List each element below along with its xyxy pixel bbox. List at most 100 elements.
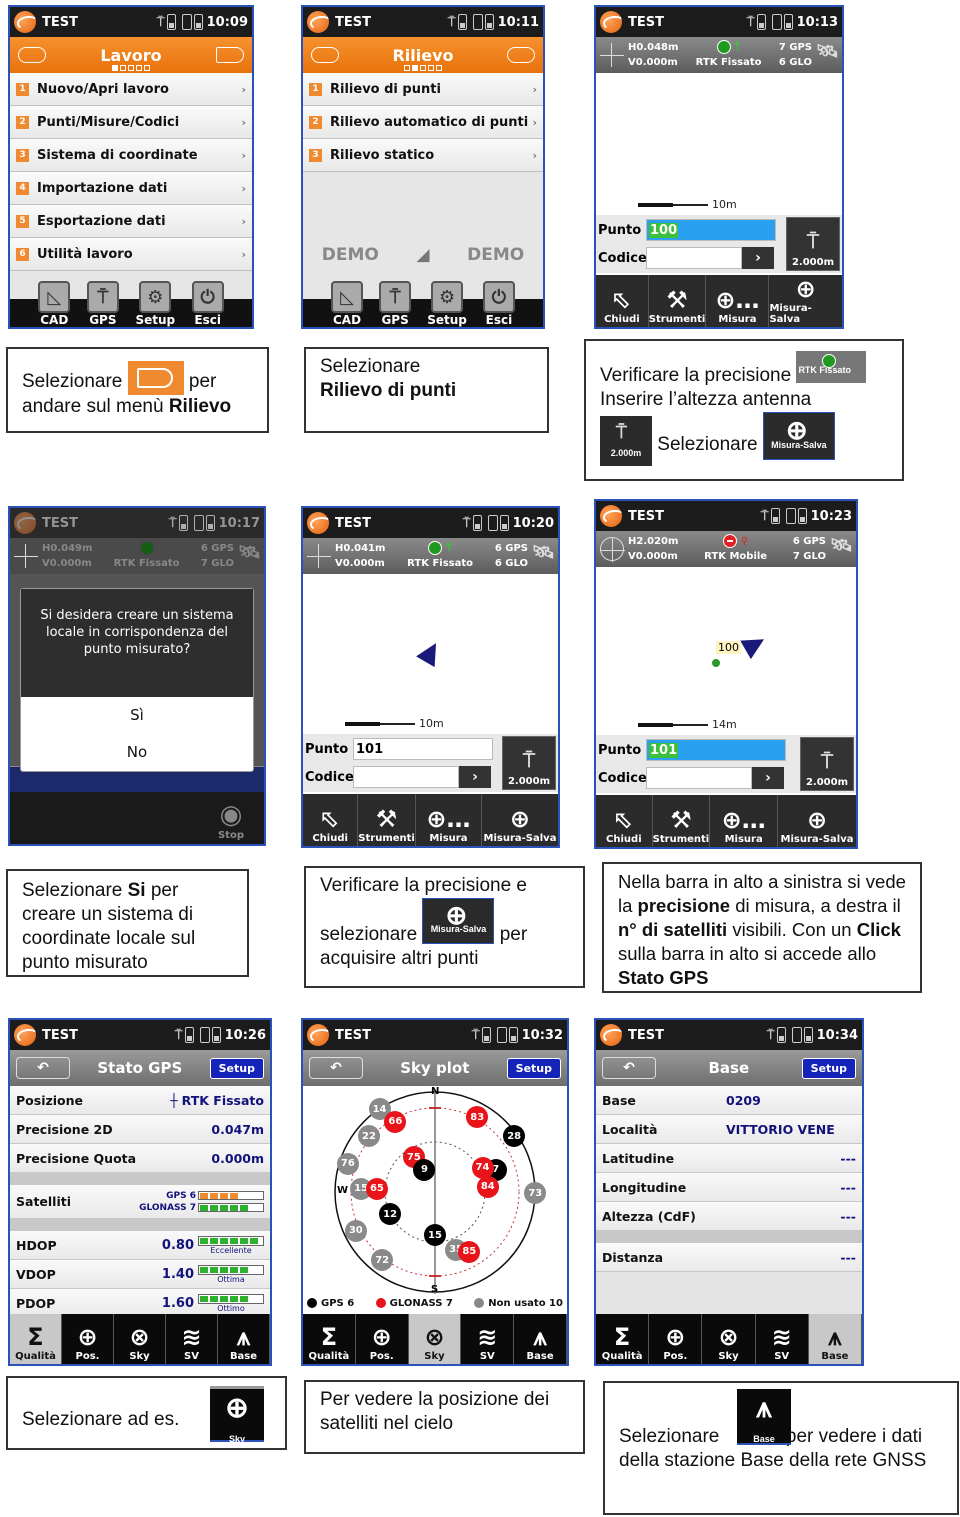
codice-input[interactable] [646,247,742,269]
dock-button-exit[interactable]: ⏻ Esci [482,281,515,327]
measure-button[interactable]: ⊕… Misura [706,275,770,327]
tools-button[interactable]: ⚒ Strumenti [649,275,707,327]
codice-input[interactable] [646,767,752,789]
tab-sv[interactable]: ≋ SV [166,1314,218,1364]
gps-status-bar[interactable]: H0.049m V0.000m RTK Fissato 6 GPS 7 GLO 🛰 [10,538,264,574]
punto-label: Punto [598,742,642,758]
title-bar: TEST ⍑ 10:13 [596,7,842,37]
tab-position[interactable]: ⊕ Pos. [649,1314,703,1364]
menu-item[interactable]: 5 Esportazione dati › [10,205,252,238]
antenna-height-button[interactable]: ⍑ 2.000m [800,737,854,791]
prev-menu-button[interactable] [18,47,46,63]
punto-input[interactable]: 101 [353,738,493,760]
position-arrow-icon: ▲ [737,625,777,662]
punto-input[interactable]: 101 [646,739,786,761]
tab-sky[interactable]: ⊗ Sky [702,1314,756,1364]
next-menu-button[interactable] [506,47,535,63]
codice-input[interactable] [353,766,459,788]
glonass-count: 6 GLO [778,57,812,68]
menu-item[interactable]: 6 Utilità lavoro › [10,238,252,271]
next-menu-button[interactable] [215,47,244,63]
menu-item[interactable]: 4 Importazione dati › [10,172,252,205]
tab-quality[interactable]: Σ Qualità [303,1314,356,1364]
setup-button[interactable]: Setup [801,1057,856,1079]
title-bar: TEST ⍑ 10:26 [10,1020,270,1050]
setup-button[interactable]: Setup [506,1057,561,1079]
menu-item[interactable]: 2 Rilievo automatico di punti › [303,106,543,139]
tab-sv[interactable]: ≋ SV [756,1314,809,1364]
tab-sv[interactable]: ≋ SV [461,1314,515,1364]
antenna-height-button[interactable]: ⍑ 2.000m [786,217,840,271]
sv-icon: ≋ [181,1323,202,1351]
info-row[interactable]: Località VITTORIO VENE [596,1115,862,1144]
tab-quality[interactable]: Σ Qualità [10,1314,62,1364]
tab-sky[interactable]: ⊗ Sky [408,1314,462,1364]
measure-save-icon: ⊕ [795,275,816,303]
gps-status-bar[interactable]: H0.048m V0.000m ⍑ RTK Fissato 7 GPS 6 GLO 🛰 [596,37,842,73]
surveyed-point[interactable] [712,659,720,667]
close-button[interactable]: ⬁ Chiudi [596,275,649,327]
measure-save-button[interactable]: ⊕ Misura-Salva [769,275,842,327]
tab-base[interactable]: ⩚ Base [808,1314,862,1364]
measure-button[interactable]: ⊕… Misura [710,795,779,847]
tab-base[interactable]: ⩚ Base [218,1314,270,1364]
quality-icon: Σ [613,1323,631,1351]
satellite-marker: 73 [524,1182,547,1204]
back-button[interactable]: ↶ [602,1057,656,1079]
menu-item[interactable]: 3 Rilievo statico › [303,139,543,172]
menu-item[interactable]: 1 Nuovo/Apri lavoro › [10,73,252,106]
tab-sky[interactable]: ⊗ Sky [114,1314,166,1364]
menu-item[interactable]: 2 Punti/Misure/Codici › [10,106,252,139]
point-form: Punto 101 Codice › ⍑ 2.000m [303,734,558,792]
satellite-marker: 28 [503,1125,526,1148]
device-icon [472,14,483,30]
position-icon: ⊕ [77,1323,98,1351]
dock-button-gps[interactable]: ⍑ GPS [86,281,119,327]
tab-quality[interactable]: Σ Qualità [596,1314,650,1364]
punto-input[interactable]: 100 [646,219,776,241]
map-view[interactable]: ▲ 100 [596,567,856,735]
device-icon [791,1027,802,1043]
menu-item[interactable]: 1 Rilievo di punti › [303,73,543,106]
map-view[interactable]: ▲ [303,574,558,734]
measure-button[interactable]: ⊕… Misura [416,794,482,846]
codice-list-button[interactable]: › [459,766,491,788]
gps-status-bar[interactable]: H2.020m V0.000m ⚲ RTK Mobile 6 GPS 7 GLO 🛰 [596,531,856,567]
dock-button-exit[interactable]: ⏻ Esci [191,281,224,327]
codice-list-button[interactable]: › [742,247,774,269]
app-logo-icon [600,505,622,527]
menu-item[interactable]: 3 Sistema di coordinate › [10,139,252,172]
caption-8: Per vedere la posizione dei satelliti ne… [304,1380,585,1454]
back-button[interactable]: ↶ [16,1057,70,1079]
battery-icon [783,14,793,30]
setup-button[interactable]: Setup [209,1057,264,1079]
tab-base[interactable]: ⩚ Base [514,1314,567,1364]
prev-menu-button[interactable] [311,47,339,63]
antenna-height-button[interactable]: ⍑ 2.000m [502,736,556,790]
close-button[interactable]: ⬁ Chiudi [596,795,653,847]
close-button[interactable]: ⬁ Chiudi [303,794,359,846]
tab-position[interactable]: ⊕ Pos. [356,1314,409,1364]
stop-button[interactable]: ◉ Stop [218,800,244,841]
menu-item-label: Rilievo di punti [330,81,441,97]
point-form: Punto 100 Codice › ⍑ 2.000m [596,215,842,273]
back-button[interactable]: ↶ [309,1057,363,1079]
map-view[interactable] [596,73,842,215]
no-button[interactable]: No [21,734,253,771]
info-row: Base 0209 [596,1086,862,1115]
dock-button-cad[interactable]: ◺ CAD [38,281,71,327]
tab-position[interactable]: ⊕ Pos. [62,1314,114,1364]
measure-save-button[interactable]: ⊕ Misura-Salva [482,794,558,846]
dock-button-cad[interactable]: ◺ CAD [331,281,364,327]
gps-status-bar[interactable]: H0.041m V0.000m ⍑ RTK Fissato 6 GPS 6 GLO 🛰 [303,538,558,574]
dock-button-gps[interactable]: ⍑ GPS [379,281,412,327]
codice-list-button[interactable]: › [752,767,784,789]
yes-button[interactable]: Sì [21,697,253,734]
dock-button-setup[interactable]: ⚙ Setup [427,281,467,327]
glonass-count: 6 GLO [494,558,528,569]
antenna-icon: ⍑ [766,1027,775,1043]
tools-button[interactable]: ⚒ Strumenti [653,795,711,847]
dock-button-setup[interactable]: ⚙ Setup [135,281,175,327]
measure-save-button[interactable]: ⊕ Misura-Salva [778,795,856,847]
tools-button[interactable]: ⚒ Strumenti [358,794,416,846]
